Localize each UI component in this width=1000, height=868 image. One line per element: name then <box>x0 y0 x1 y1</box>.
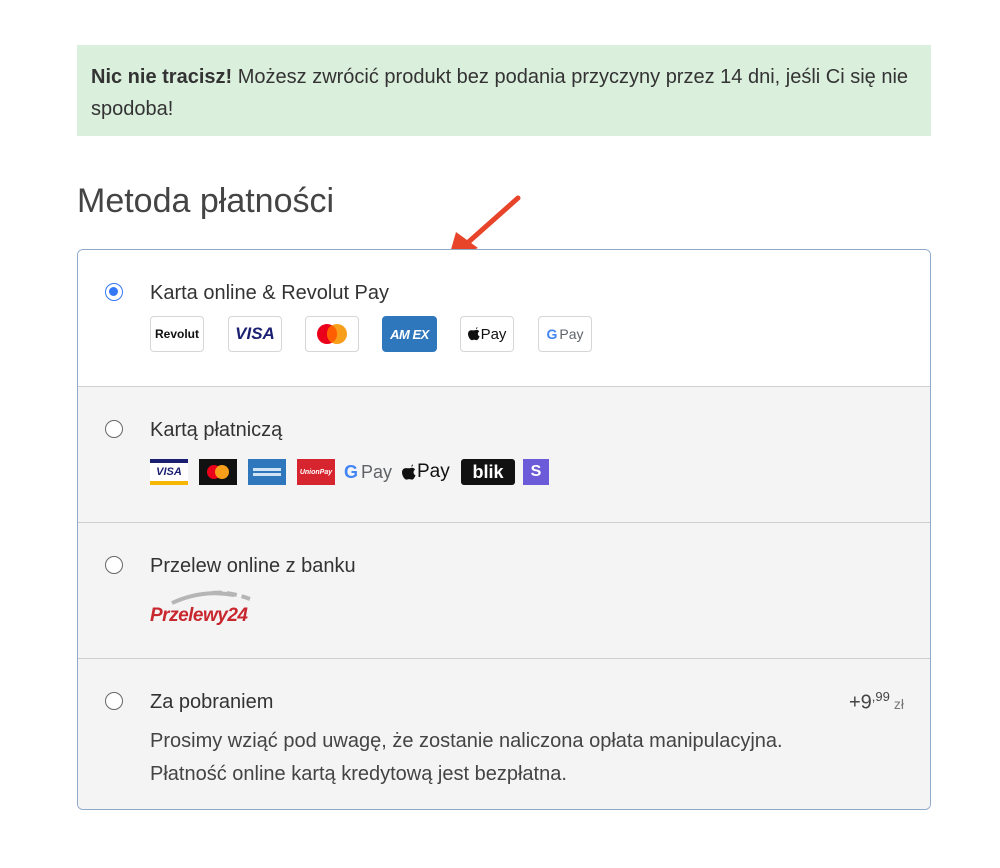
option-label-cash-on-delivery: Za pobraniem <box>150 691 274 713</box>
payment-option-cash-on-delivery[interactable]: Za pobraniem +9,99 zł Prosimy wziąć pod u… <box>78 658 930 809</box>
payment-method-title: Metoda płatności <box>77 182 335 220</box>
revolut-logo-icon: Revolut <box>150 316 204 352</box>
unionpay-logo-icon: UnionPay <box>297 459 335 485</box>
visa-logo-icon: VISA <box>150 459 188 485</box>
option-label-card-online: Karta online & Revolut Pay <box>150 282 390 304</box>
option-label-payment-card: Kartą płatniczą <box>150 419 283 441</box>
cash-on-delivery-description: Prosimy wziąć pod uwagę, że zostanie nal… <box>150 730 783 785</box>
payment-option-bank-transfer[interactable]: Przelew online z banku Przelewy24 <box>78 522 930 658</box>
radio-card-online[interactable] <box>105 283 123 301</box>
visa-logo-icon: VISA <box>228 316 282 352</box>
apple-pay-logo-icon: Pay <box>460 316 514 352</box>
notice-bold-text: Nic nie tracisz! <box>91 66 233 88</box>
mastercard-logo-icon <box>305 316 359 352</box>
radio-cash-on-delivery[interactable] <box>105 692 123 710</box>
google-pay-logo-icon: G Pay <box>538 316 592 352</box>
blik-logo-icon: blik <box>461 459 515 485</box>
radio-bank-transfer[interactable] <box>105 556 123 574</box>
option-label-bank-transfer: Przelew online z banku <box>150 555 356 577</box>
amex-logo-icon: AM EX <box>382 316 437 352</box>
radio-payment-card[interactable] <box>105 420 123 438</box>
przelewy24-logo-icon: Przelewy24 <box>150 589 260 629</box>
s-logo-icon: S <box>523 459 549 485</box>
payment-options-panel: Karta online & Revolut Pay Revolut VISA … <box>77 249 931 810</box>
cash-on-delivery-fee: +9,99 zł <box>848 689 904 714</box>
american-express-logo-icon <box>248 459 286 485</box>
mastercard-logo-icon <box>199 459 237 485</box>
return-policy-notice: Nic nie tracisz! Możesz zwrócić produkt … <box>77 45 931 136</box>
google-pay-logo-icon: G Pay <box>344 461 393 482</box>
payment-option-payment-card[interactable]: Kartą płatniczą VISA UnionPay G Pay Pay <box>78 386 930 522</box>
apple-pay-logo-icon: Pay <box>402 459 454 485</box>
payment-option-card-online[interactable]: Karta online & Revolut Pay Revolut VISA … <box>78 250 930 386</box>
